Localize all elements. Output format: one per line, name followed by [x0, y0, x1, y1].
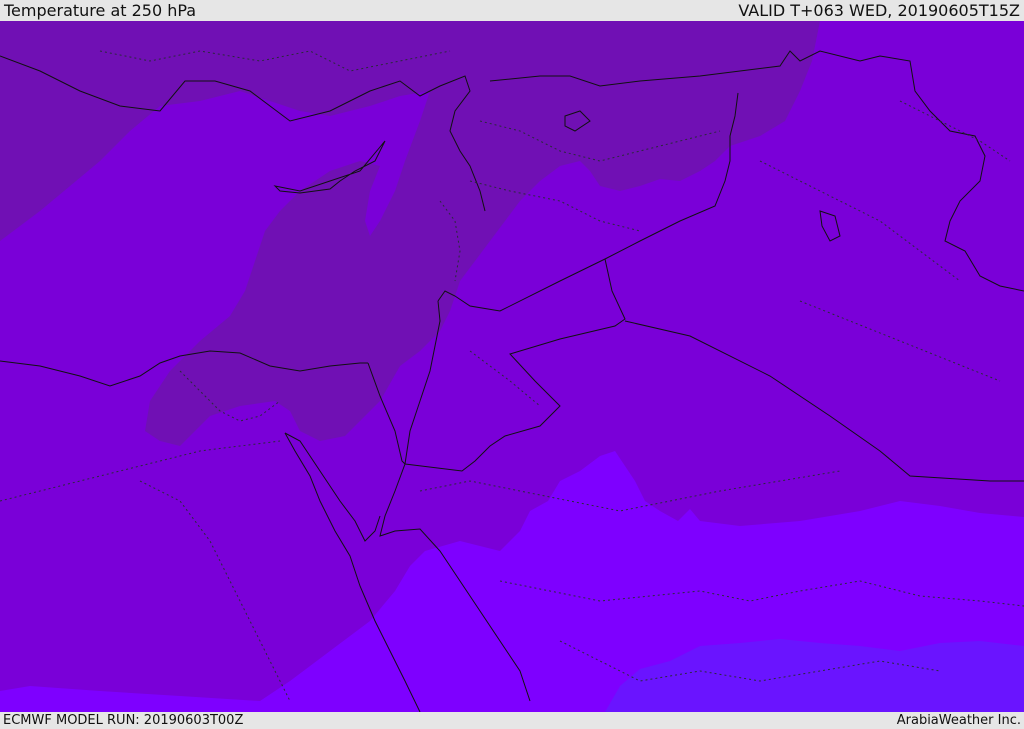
model-run: ECMWF MODEL RUN: 20190603T00Z [3, 713, 244, 728]
valid-time: VALID T+063 WED, 20190605T15Z [738, 1, 1020, 20]
map-footer: ECMWF MODEL RUN: 20190603T00Z ArabiaWeat… [0, 712, 1024, 729]
map-title: Temperature at 250 hPa [4, 1, 197, 20]
temperature-map-svg [0, 21, 1024, 712]
credit: ArabiaWeather Inc. [896, 713, 1021, 728]
map-header: Temperature at 250 hPa VALID T+063 WED, … [0, 0, 1024, 21]
weather-map [0, 21, 1024, 712]
